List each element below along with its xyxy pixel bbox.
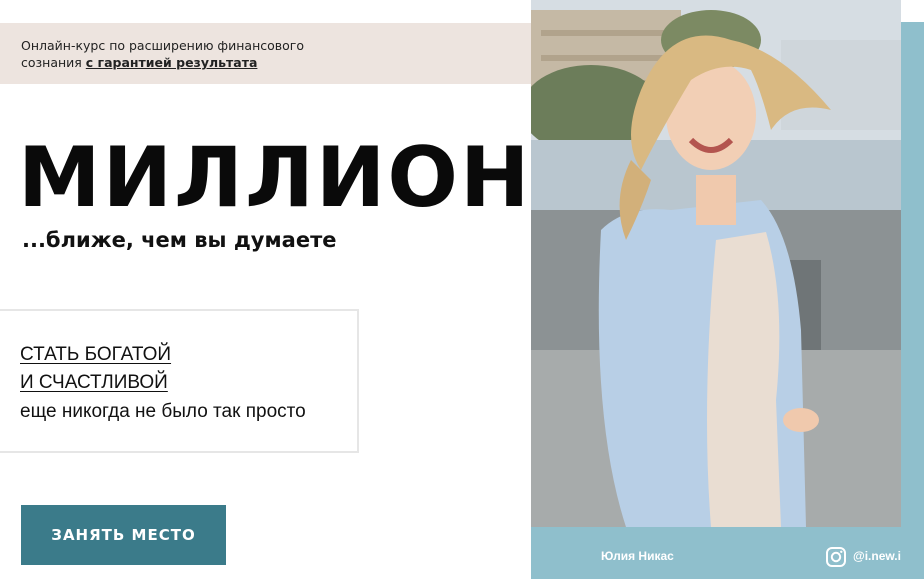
course-description-line1: Онлайн-курс по расширению финансового	[21, 38, 305, 53]
course-description-prefix: сознания	[21, 55, 86, 70]
hero-photo	[531, 0, 901, 527]
instagram-icon[interactable]	[825, 546, 847, 568]
promo-line-1: СТАТЬ БОГАТОЙ	[20, 344, 172, 365]
reserve-seat-button[interactable]: ЗАНЯТЬ МЕСТО	[21, 505, 226, 565]
guarantee-link[interactable]: с гарантией результата	[86, 55, 258, 70]
hero-photo-illustration	[531, 0, 901, 527]
author-name: Юлия Никас	[601, 549, 674, 563]
instagram-handle[interactable]: @i.new.i	[853, 549, 901, 563]
promo-line-2: И СЧАСТЛИВОЙ	[20, 372, 168, 393]
course-description: Онлайн-курс по расширению финансового со…	[21, 37, 304, 71]
hero-title: МИЛЛИОНЫ	[18, 129, 620, 226]
promo-box: СТАТЬ БОГАТОЙ И СЧАСТЛИВОЙ еще никогда н…	[0, 309, 359, 453]
hero-subtitle: ...ближе, чем вы думаете	[22, 228, 337, 252]
footer-bar: Юлия Никас @i.new.i	[531, 527, 924, 579]
top-banner: Онлайн-курс по расширению финансового со…	[0, 23, 531, 84]
promo-line-3: еще никогда не было так просто	[20, 401, 306, 422]
